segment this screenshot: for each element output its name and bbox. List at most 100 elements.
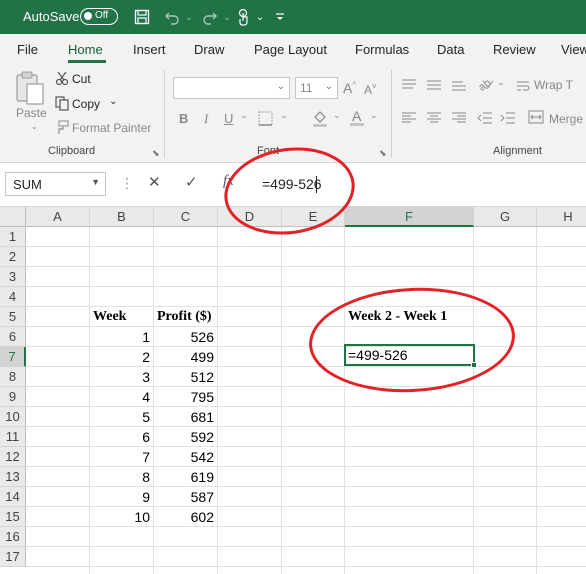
row-header[interactable]: 7 [0, 347, 26, 367]
column-header-g[interactable]: G [474, 207, 537, 227]
column-header-h[interactable]: H [537, 207, 586, 227]
row-header[interactable]: 6 [0, 327, 26, 347]
font-name-select[interactable]: ⌄ [173, 77, 290, 99]
row-header[interactable]: 4 [0, 287, 26, 307]
borders-icon[interactable] [258, 111, 273, 131]
touch-dropdown-icon[interactable]: ⌄ [254, 6, 266, 28]
copy-icon[interactable] [55, 96, 69, 116]
borders-dropdown-icon[interactable]: ⌄ [280, 110, 288, 121]
week-cell[interactable]: 3 [90, 367, 154, 387]
font-color-dropdown-icon[interactable]: ⌄ [370, 110, 378, 121]
touch-mode-icon[interactable] [234, 6, 254, 28]
week-cell[interactable]: 6 [90, 427, 154, 447]
clipboard-launcher-icon[interactable]: ⬊ [152, 148, 160, 159]
align-center-icon[interactable] [426, 111, 442, 129]
format-painter-label[interactable]: Format Painter [72, 121, 151, 135]
week-cell[interactable]: 5 [90, 407, 154, 427]
cut-icon[interactable] [55, 71, 69, 91]
formula-bar-grip-icon[interactable]: ⋮ [120, 175, 134, 192]
increase-font-icon[interactable]: A^ [343, 80, 356, 96]
middle-align-icon[interactable] [426, 78, 442, 96]
row-header[interactable]: 15 [0, 507, 26, 527]
row-header[interactable]: 2 [0, 247, 26, 267]
save-icon[interactable] [131, 6, 153, 28]
underline-button[interactable]: U [224, 111, 233, 126]
increase-indent-icon[interactable] [500, 111, 516, 129]
tab-insert[interactable]: Insert [133, 42, 166, 57]
paste-icon[interactable] [14, 70, 46, 111]
row-header[interactable]: 14 [0, 487, 26, 507]
row-header[interactable]: 12 [0, 447, 26, 467]
week-cell[interactable]: 7 [90, 447, 154, 467]
profit-cell[interactable]: 592 [154, 427, 218, 447]
profit-cell[interactable]: 542 [154, 447, 218, 467]
tab-data[interactable]: Data [437, 42, 464, 57]
copy-label[interactable]: Copy [72, 97, 100, 111]
profit-cell[interactable]: 619 [154, 467, 218, 487]
copy-dropdown-icon[interactable]: ⌄ [109, 96, 117, 107]
italic-button[interactable]: I [204, 111, 208, 127]
font-color-icon[interactable]: A [348, 108, 366, 132]
font-launcher-icon[interactable]: ⬊ [379, 148, 387, 159]
row-header[interactable]: 9 [0, 387, 26, 407]
column-header-f[interactable]: F [345, 207, 474, 227]
row-header[interactable]: 17 [0, 547, 26, 567]
cut-label[interactable]: Cut [72, 72, 91, 86]
fill-color-dropdown-icon[interactable]: ⌄ [333, 110, 341, 121]
bold-button[interactable]: B [179, 111, 188, 126]
column-header-b[interactable]: B [90, 207, 154, 227]
decrease-indent-icon[interactable] [477, 111, 493, 129]
spreadsheet-grid[interactable]: A B C D E F G H 1 2 3 4 5 6 7 8 9 10 11 … [0, 207, 586, 574]
tab-page-layout[interactable]: Page Layout [254, 42, 327, 57]
row-header[interactable]: 5 [0, 307, 26, 327]
name-box[interactable]: SUM ▼ [5, 172, 106, 196]
row-header[interactable]: 10 [0, 407, 26, 427]
column-header-a[interactable]: A [26, 207, 90, 227]
row-header[interactable]: 3 [0, 267, 26, 287]
row-header[interactable]: 8 [0, 367, 26, 387]
cancel-button[interactable]: ✕ [148, 173, 161, 191]
row-header[interactable]: 16 [0, 527, 26, 547]
row-header[interactable]: 1 [0, 227, 26, 247]
week-cell[interactable]: 1 [90, 327, 154, 347]
undo-dropdown-icon[interactable]: ⌄ [183, 6, 195, 28]
orientation-dropdown-icon[interactable]: ⌄ [497, 77, 505, 88]
paste-label[interactable]: Paste [16, 106, 47, 120]
row-header[interactable]: 11 [0, 427, 26, 447]
undo-icon[interactable] [161, 6, 183, 28]
decrease-font-icon[interactable]: A˅ [364, 82, 377, 97]
week-cell[interactable]: 4 [90, 387, 154, 407]
enter-button[interactable]: ✓ [185, 173, 198, 191]
week-cell[interactable]: 9 [90, 487, 154, 507]
tab-draw[interactable]: Draw [194, 42, 224, 57]
redo-icon[interactable] [199, 6, 221, 28]
wrap-text-icon[interactable] [516, 79, 530, 97]
profit-cell[interactable]: 602 [154, 507, 218, 527]
tab-formulas[interactable]: Formulas [355, 42, 409, 57]
tab-file[interactable]: File [17, 42, 38, 57]
row-header[interactable]: 13 [0, 467, 26, 487]
fill-color-icon[interactable] [311, 109, 329, 132]
top-align-icon[interactable] [401, 78, 417, 96]
column-header-c[interactable]: C [154, 207, 218, 227]
week-cell[interactable]: 10 [90, 507, 154, 527]
profit-cell[interactable]: 587 [154, 487, 218, 507]
tab-review[interactable]: Review [493, 42, 536, 57]
customize-qat-icon[interactable] [273, 6, 287, 28]
align-right-icon[interactable] [451, 111, 467, 129]
name-box-dropdown-icon[interactable]: ▼ [91, 177, 100, 187]
paste-dropdown-icon[interactable]: ⌄ [31, 122, 38, 131]
week-header-cell[interactable]: Week [93, 307, 126, 327]
profit-cell[interactable]: 681 [154, 407, 218, 427]
redo-dropdown-icon[interactable]: ⌄ [221, 6, 233, 28]
wrap-text-label[interactable]: Wrap T [534, 78, 573, 92]
merge-center-icon[interactable] [528, 110, 544, 129]
profit-cell[interactable]: 795 [154, 387, 218, 407]
align-left-icon[interactable] [401, 111, 417, 129]
week-cell[interactable]: 2 [90, 347, 154, 367]
font-size-select[interactable]: 11 ⌄ [295, 77, 338, 99]
merge-label[interactable]: Merge [549, 112, 583, 126]
orientation-icon[interactable]: ab [476, 75, 495, 97]
profit-cell[interactable]: 512 [154, 367, 218, 387]
profit-cell[interactable]: 499 [154, 347, 218, 367]
